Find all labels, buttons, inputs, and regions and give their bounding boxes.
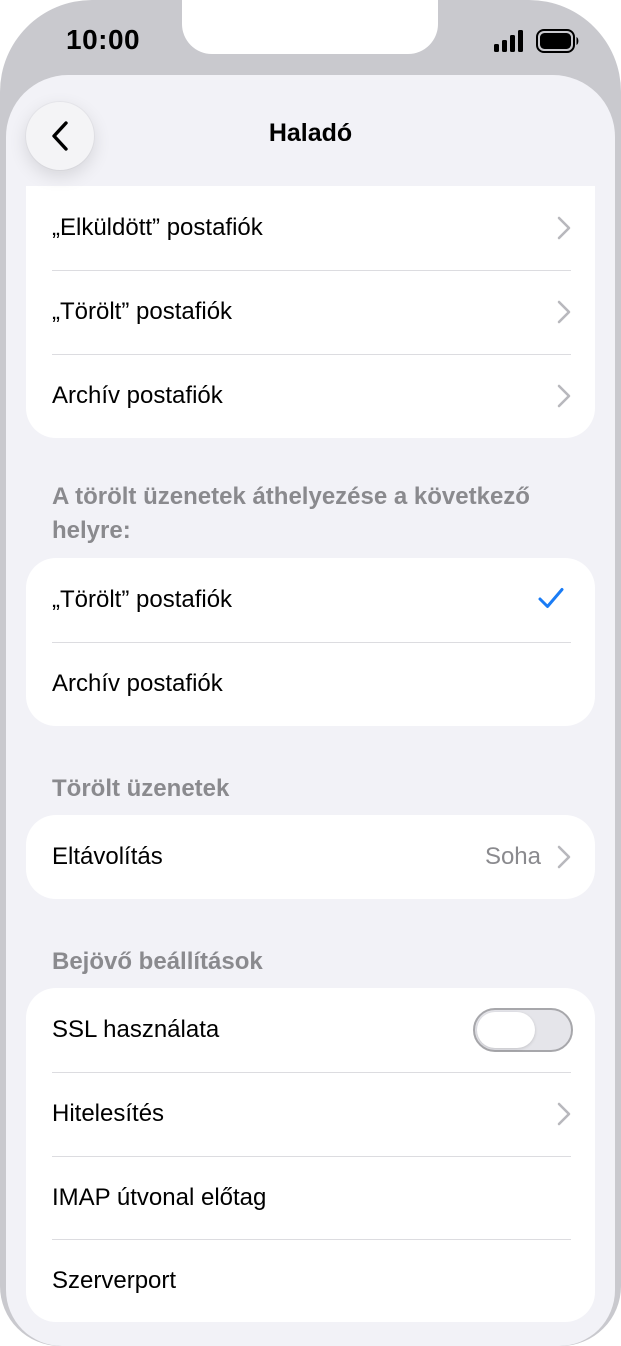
server-port-row[interactable]: Szerverport (26, 1239, 595, 1322)
row-label: „Elküldött” postafiók (52, 214, 263, 241)
deleted-mailbox-row[interactable]: „Törölt” postafiók (26, 270, 595, 354)
chevron-right-icon (557, 300, 571, 324)
row-label: „Törölt” postafiók (52, 298, 233, 325)
row-label: Hitelesítés (52, 1100, 165, 1127)
row-label: Eltávolítás (52, 843, 163, 870)
authentication-row[interactable]: Hitelesítés (26, 1072, 595, 1156)
cellular-signal-icon (494, 30, 523, 52)
row-label: SSL használata (52, 1016, 220, 1043)
settings-screen: „Elküldött” postafiók „Törölt” postafiók… (6, 75, 615, 1346)
incoming-settings-group: SSL használata Hitelesítés IMAP útvonal … (26, 988, 595, 1322)
battery-icon (536, 29, 579, 53)
chevron-right-icon (557, 384, 571, 408)
move-to-archive-mailbox-option[interactable]: Archív postafiók (26, 642, 595, 726)
deleted-messages-group: Eltávolítás Soha (26, 815, 595, 899)
incoming-settings-header: Bejövő beállítások (52, 948, 263, 975)
deleted-messages-header: Törölt üzenetek (52, 775, 230, 802)
move-deleted-header: A törölt üzenetek áthelyezése a következ… (52, 483, 530, 544)
toggle-knob (477, 1012, 535, 1048)
chevron-right-icon (557, 1102, 571, 1126)
move-deleted-group: „Törölt” postafiók Archív postafiók (26, 558, 595, 726)
device-notch (182, 0, 438, 54)
status-time: 10:00 (66, 24, 141, 55)
row-label: Szerverport (52, 1266, 177, 1294)
status-bar: 10:00 (0, 0, 621, 76)
archive-mailbox-row[interactable]: Archív postafiók (26, 354, 595, 438)
row-label: Archív postafiók (52, 670, 223, 697)
chevron-right-icon (557, 845, 571, 869)
navigation-bar: Haladó (6, 75, 615, 187)
imap-path-prefix-row[interactable]: IMAP útvonal előtag (26, 1156, 595, 1239)
chevron-right-icon (557, 216, 571, 240)
ssl-toggle[interactable] (473, 1008, 573, 1052)
mailbox-settings-group: „Elküldött” postafiók „Törölt” postafiók… (26, 186, 595, 438)
sent-mailbox-row[interactable]: „Elküldött” postafiók (26, 186, 595, 270)
remove-value: Soha (484, 843, 541, 870)
move-to-deleted-mailbox-option[interactable]: „Törölt” postafiók (26, 558, 595, 642)
checkmark-icon (538, 588, 564, 608)
ssl-row: SSL használata (26, 988, 595, 1072)
remove-row[interactable]: Eltávolítás Soha (26, 815, 595, 899)
row-label: Archív postafiók (52, 382, 223, 409)
row-label: „Törölt” postafiók (52, 586, 233, 613)
page-title: Haladó (268, 119, 353, 147)
phone-frame: 10:00 „Elküldött” postafiók „Törölt” pos… (0, 0, 621, 1346)
row-label: IMAP útvonal előtag (52, 1183, 267, 1211)
